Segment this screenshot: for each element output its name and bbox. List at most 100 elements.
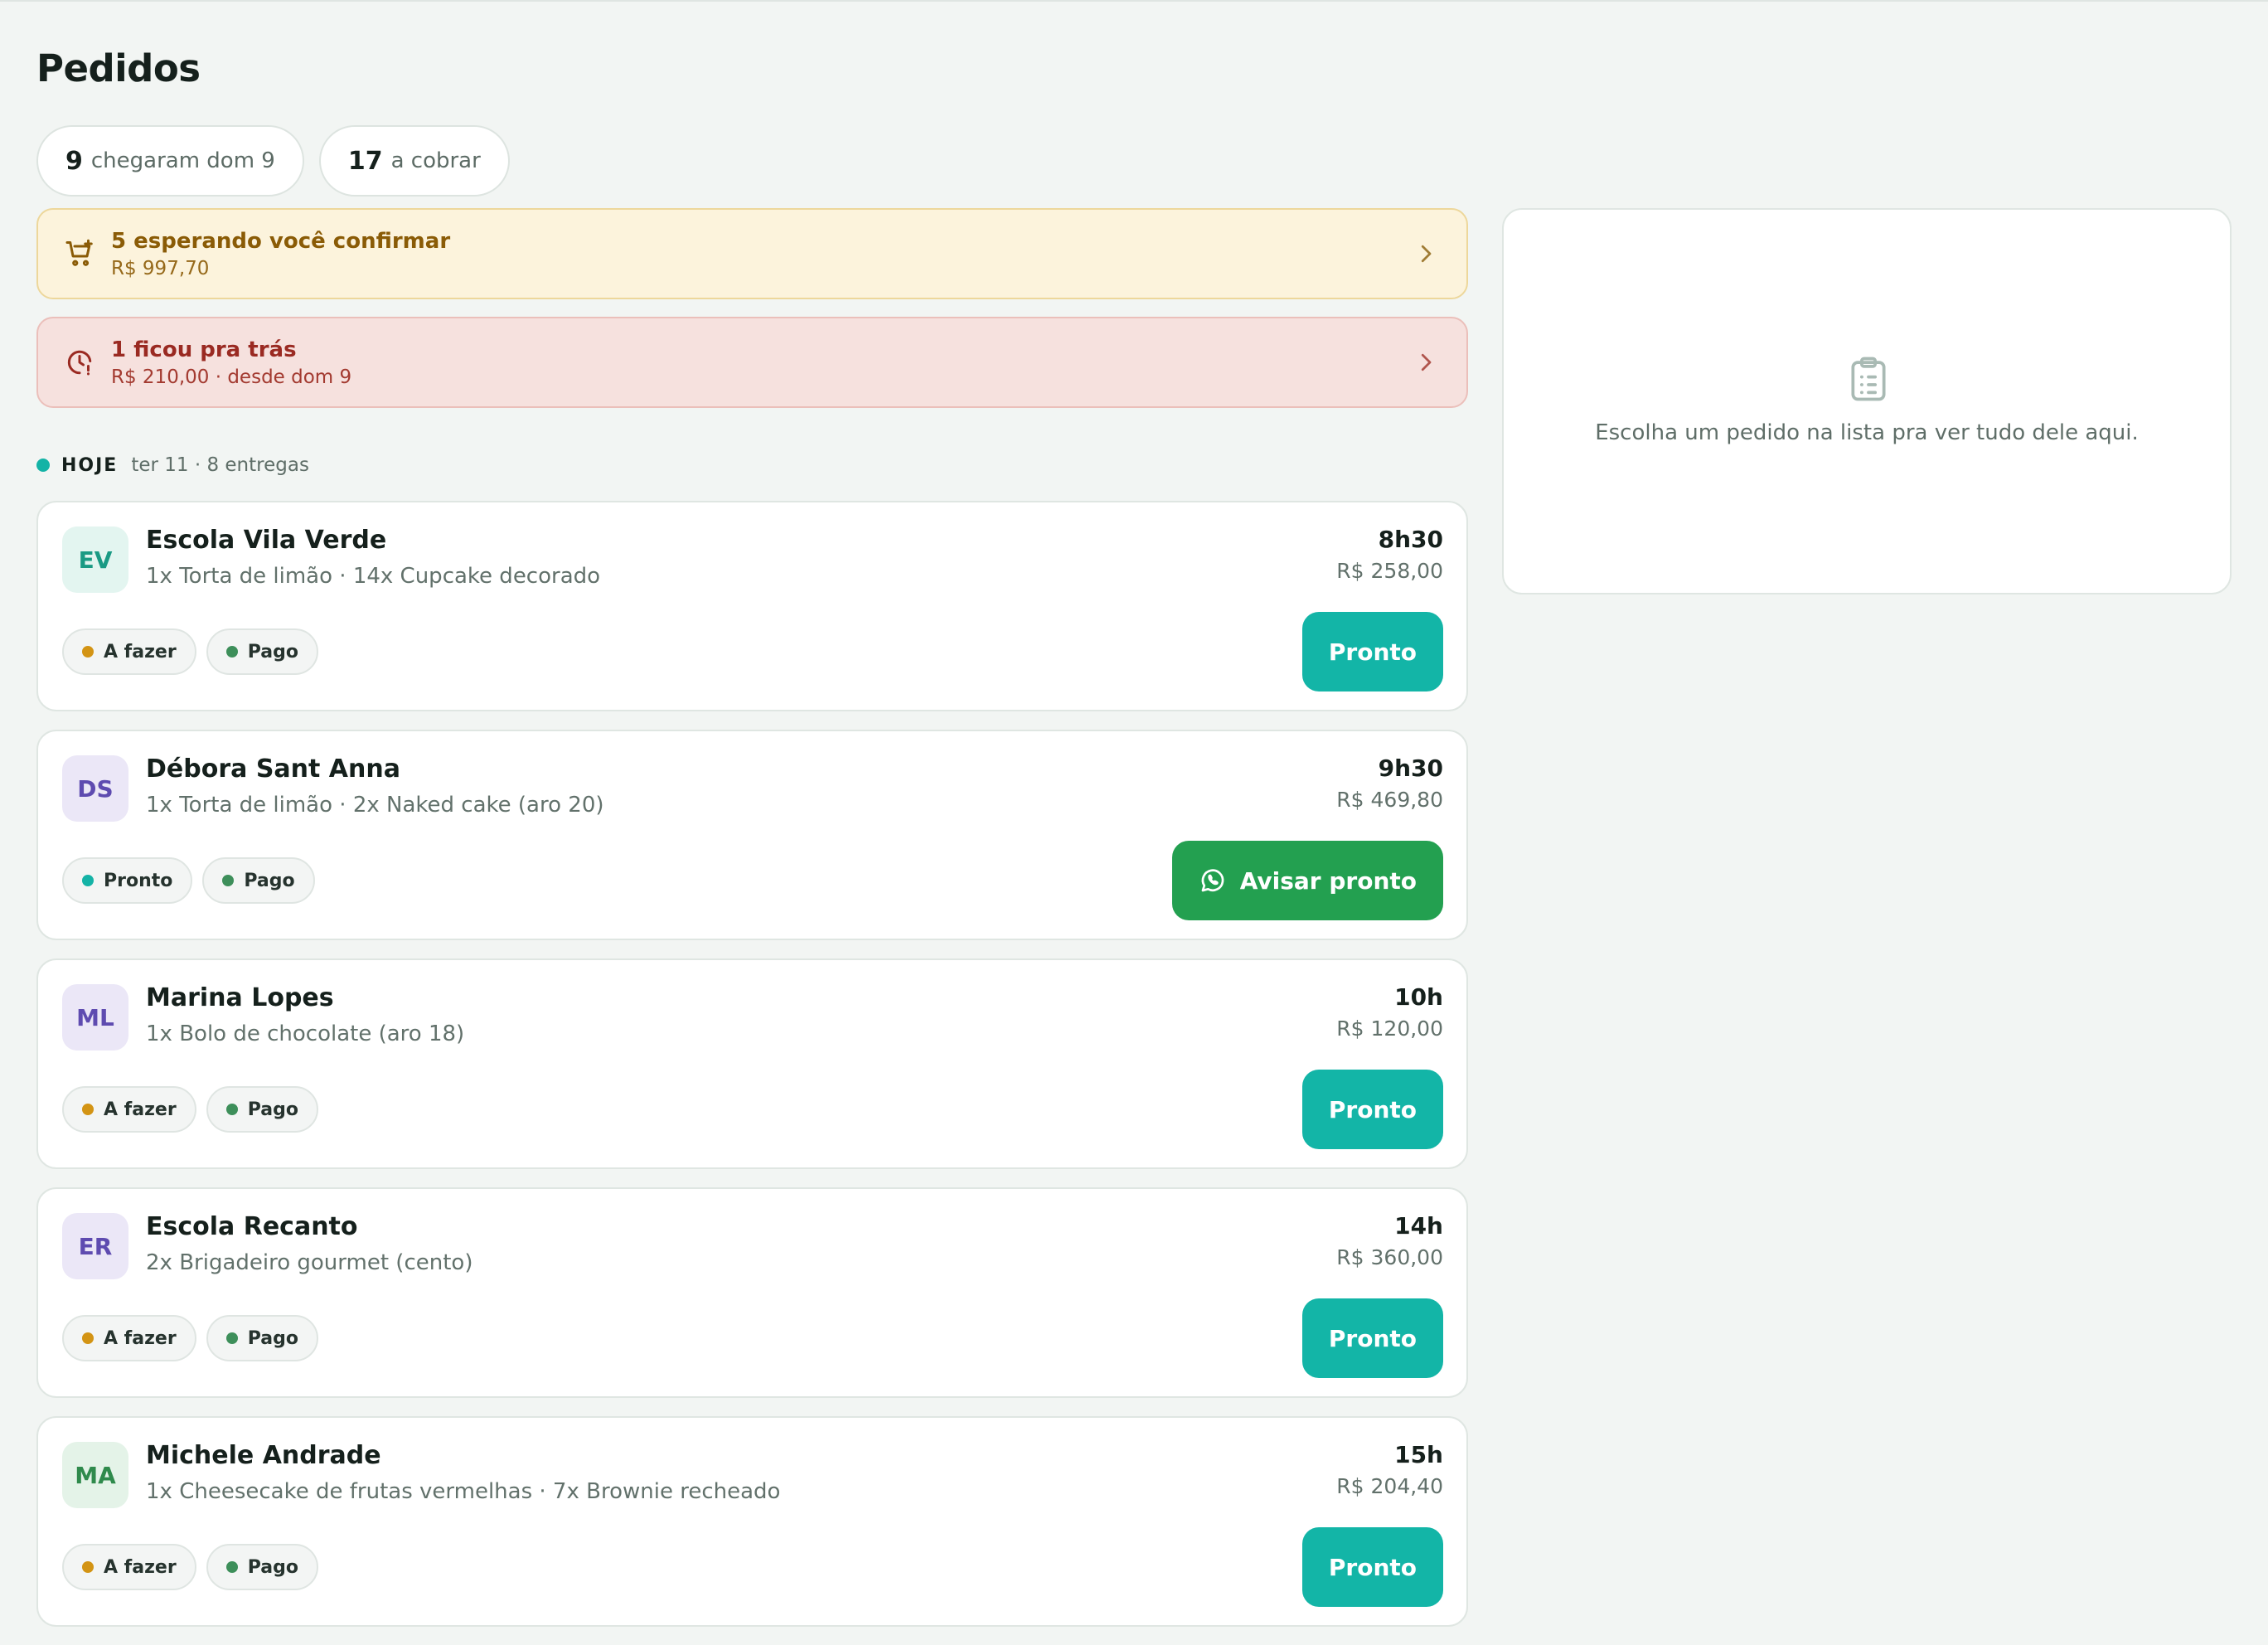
mark-ready-button[interactable]: Pronto xyxy=(1301,612,1443,691)
summary-chips: 9 chegaram dom 9 17 a cobrar xyxy=(36,125,510,197)
order-card[interactable]: MA Michele Andrade 1x Cheesecake de frut… xyxy=(36,1416,1468,1627)
customer-name: Escola Recanto xyxy=(146,1212,358,1241)
avatar: ER xyxy=(62,1213,128,1279)
chip-label: chegaram dom 9 xyxy=(90,148,275,173)
status-label: A fazer xyxy=(104,641,177,662)
cart-plus-icon xyxy=(61,235,98,272)
button-label: Pronto xyxy=(1328,638,1417,666)
order-price: R$ 120,00 xyxy=(1336,1017,1443,1041)
customer-name: Marina Lopes xyxy=(146,983,334,1012)
status-badge: A fazer xyxy=(62,1315,196,1361)
button-label: Pronto xyxy=(1328,1324,1417,1352)
status-dot xyxy=(82,1332,94,1344)
order-items: 1x Cheesecake de frutas vermelhas · 7x B… xyxy=(146,1479,781,1504)
chip-arrived[interactable]: 9 chegaram dom 9 xyxy=(36,125,304,197)
payment-badge: Pago xyxy=(206,1315,318,1361)
alert-amount: R$ 997,70 xyxy=(111,257,210,279)
payment-badge: Pago xyxy=(206,1086,318,1133)
alert-title: 1 ficou pra trás xyxy=(111,337,297,362)
chip-to-charge[interactable]: 17 a cobrar xyxy=(318,125,510,197)
alert-amount: R$ 210,00 · desde dom 9 xyxy=(111,366,352,388)
delivery-time: 15h xyxy=(1394,1441,1443,1468)
section-today: HOJE ter 11 · 8 entregas xyxy=(36,454,309,476)
avatar: EV xyxy=(62,526,128,593)
section-dot xyxy=(36,459,50,472)
clock-alert-icon xyxy=(61,344,98,381)
alert-text: 1 ficou pra trás R$ 210,00 · desde dom 9 xyxy=(111,337,1413,388)
order-price: R$ 204,40 xyxy=(1336,1474,1443,1498)
payment-badge: Pago xyxy=(202,857,315,904)
order-items: 1x Torta de limão · 14x Cupcake decorado xyxy=(146,564,601,589)
chevron-right-icon xyxy=(1421,353,1432,371)
payment-label: Pago xyxy=(247,641,298,662)
chip-count: 17 xyxy=(347,146,383,176)
button-label: Pronto xyxy=(1328,1095,1417,1123)
customer-name: Escola Vila Verde xyxy=(146,526,387,555)
alert-text: 5 esperando você confirmar R$ 997,70 xyxy=(111,229,1413,279)
status-badge: A fazer xyxy=(62,1086,196,1133)
status-label: Pronto xyxy=(104,870,173,891)
payment-dot xyxy=(225,1561,238,1573)
status-dot xyxy=(82,875,94,886)
top-divider xyxy=(0,0,2268,2)
payment-label: Pago xyxy=(247,1327,298,1349)
order-items: 1x Torta de limão · 2x Naked cake (aro 2… xyxy=(146,793,604,818)
chip-label: a cobrar xyxy=(390,148,481,173)
order-card[interactable]: ML Marina Lopes 1x Bolo de chocolate (ar… xyxy=(36,958,1468,1169)
payment-label: Pago xyxy=(244,870,295,891)
empty-state-text: Escolha um pedido na lista pra ver tudo … xyxy=(1595,420,2139,445)
payment-dot xyxy=(225,646,238,658)
mark-ready-button[interactable]: Pronto xyxy=(1301,1298,1443,1378)
chip-count: 9 xyxy=(65,146,83,176)
order-price: R$ 469,80 xyxy=(1336,788,1443,812)
orders-list: EV Escola Vila Verde 1x Torta de limão ·… xyxy=(36,501,1468,1645)
payment-dot xyxy=(225,1332,238,1344)
status-dot xyxy=(82,1561,94,1573)
payment-label: Pago xyxy=(247,1556,298,1578)
status-dot xyxy=(82,646,94,658)
alert-title: 5 esperando você confirmar xyxy=(111,228,451,254)
status-label: A fazer xyxy=(104,1556,177,1578)
mark-ready-button[interactable]: Pronto xyxy=(1301,1070,1443,1149)
customer-name: Débora Sant Anna xyxy=(146,755,400,784)
payment-dot xyxy=(225,1104,238,1115)
status-label: A fazer xyxy=(104,1099,177,1120)
alert-overdue[interactable]: 1 ficou pra trás R$ 210,00 · desde dom 9 xyxy=(36,317,1468,408)
order-detail-panel: Escolha um pedido na lista pra ver tudo … xyxy=(1502,208,2232,594)
payment-badge: Pago xyxy=(206,1544,318,1590)
order-items: 2x Brigadeiro gourmet (cento) xyxy=(146,1250,473,1275)
order-card[interactable]: DS Débora Sant Anna 1x Torta de limão · … xyxy=(36,730,1468,940)
order-tags: A fazer Pago xyxy=(62,1315,318,1361)
avatar: MA xyxy=(62,1442,128,1508)
order-price: R$ 258,00 xyxy=(1336,559,1443,583)
delivery-time: 14h xyxy=(1394,1212,1443,1240)
status-badge: A fazer xyxy=(62,1544,196,1590)
notify-ready-button[interactable]: Avisar pronto xyxy=(1171,841,1443,920)
avatar: ML xyxy=(62,984,128,1051)
payment-label: Pago xyxy=(247,1099,298,1120)
status-badge: A fazer xyxy=(62,628,196,675)
alert-awaiting-confirmation[interactable]: 5 esperando você confirmar R$ 997,70 xyxy=(36,208,1468,299)
delivery-time: 8h30 xyxy=(1378,526,1443,553)
section-label: HOJE xyxy=(61,454,119,476)
avatar: DS xyxy=(62,755,128,822)
order-tags: A fazer Pago xyxy=(62,1086,318,1133)
payment-badge: Pago xyxy=(206,628,318,675)
order-card[interactable]: ER Escola Recanto 2x Brigadeiro gourmet … xyxy=(36,1187,1468,1398)
section-meta: ter 11 · 8 entregas xyxy=(131,454,309,476)
customer-name: Michele Andrade xyxy=(146,1441,381,1470)
delivery-time: 10h xyxy=(1394,983,1443,1011)
status-label: A fazer xyxy=(104,1327,177,1349)
order-card[interactable]: EV Escola Vila Verde 1x Torta de limão ·… xyxy=(36,501,1468,711)
order-tags: A fazer Pago xyxy=(62,628,318,675)
order-tags: Pronto Pago xyxy=(62,857,315,904)
order-tags: A fazer Pago xyxy=(62,1544,318,1590)
order-items: 1x Bolo de chocolate (aro 18) xyxy=(146,1021,465,1046)
order-price: R$ 360,00 xyxy=(1336,1245,1443,1269)
clipboard-list-icon xyxy=(1851,357,1886,401)
page-title: Pedidos xyxy=(36,46,201,90)
mark-ready-button[interactable]: Pronto xyxy=(1301,1527,1443,1607)
status-dot xyxy=(82,1104,94,1115)
button-label: Avisar pronto xyxy=(1239,866,1417,895)
chevron-right-icon xyxy=(1421,245,1432,263)
